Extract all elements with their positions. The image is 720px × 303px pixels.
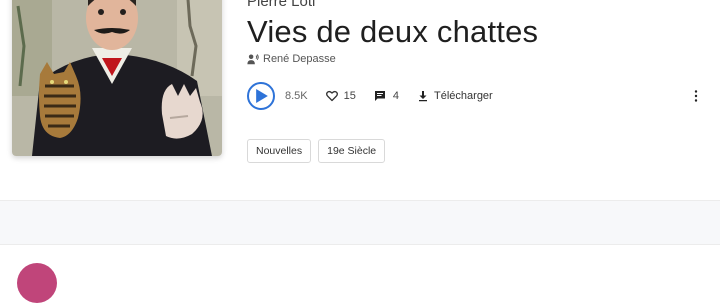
- comment-count: 4: [392, 90, 400, 102]
- play-button[interactable]: [247, 82, 275, 110]
- book-title: Vies de deux chattes: [247, 14, 539, 49]
- voice-icon: [247, 54, 259, 65]
- tag-nouvelles[interactable]: Nouvelles: [247, 139, 312, 163]
- more-vertical-icon: [694, 90, 698, 102]
- comment-icon: [374, 91, 385, 101]
- section-divider-band: [0, 200, 720, 245]
- like-count: 15: [343, 90, 356, 102]
- tag-19e-siecle[interactable]: 19e Siècle: [318, 139, 386, 163]
- heart-icon: [325, 90, 338, 102]
- narrator[interactable]: René Depasse: [247, 53, 336, 65]
- download-icon: [419, 91, 428, 102]
- avatar[interactable]: [17, 263, 57, 303]
- play-icon: [256, 89, 268, 103]
- cover-painting: [12, 0, 222, 156]
- download-button[interactable]: Télécharger: [417, 90, 493, 102]
- action-bar: 8.5K 15 4 Télécharger: [247, 80, 493, 112]
- tag-list: Nouvelles 19e Siècle: [247, 139, 386, 163]
- download-label: Télécharger: [434, 90, 493, 102]
- more-options-button[interactable]: [690, 88, 702, 104]
- comments-button[interactable]: 4: [374, 90, 399, 102]
- book-author[interactable]: Pierre Loti: [247, 0, 315, 10]
- like-button[interactable]: 15: [325, 90, 356, 102]
- play-count: 8.5K: [285, 90, 308, 102]
- narrator-name: René Depasse: [263, 53, 336, 65]
- book-cover[interactable]: [12, 0, 222, 156]
